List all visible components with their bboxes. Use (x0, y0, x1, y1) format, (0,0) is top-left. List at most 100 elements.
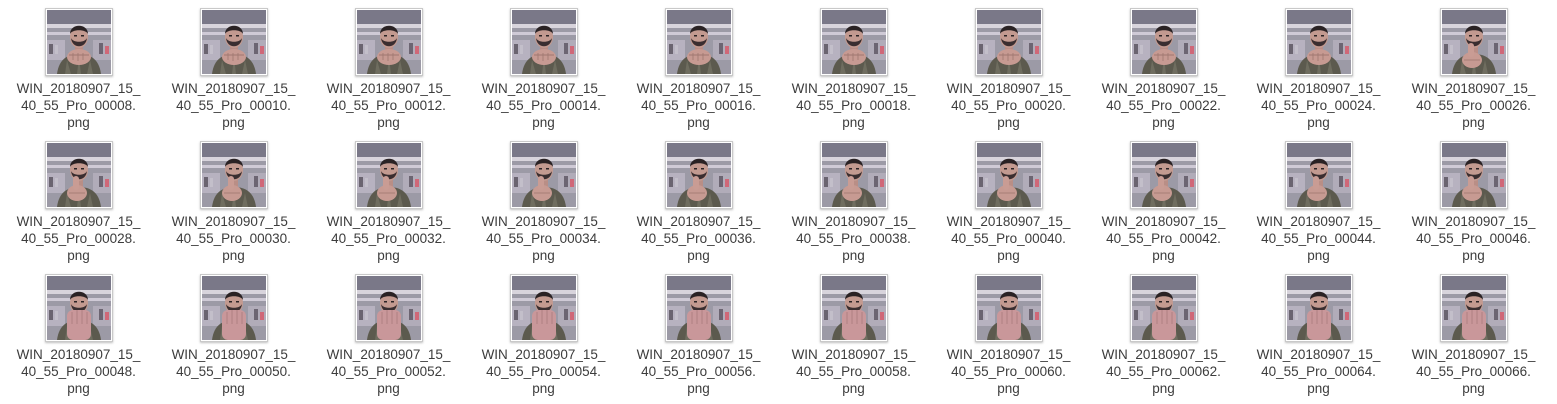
file-name-label: WIN_20180907_15_ 40_55_Pro_00040. png (934, 213, 1084, 264)
image-thumbnail[interactable] (1439, 141, 1508, 209)
file-item[interactable]: WIN_20180907_15_ 40_55_Pro_00026. png (1396, 5, 1551, 138)
image-thumbnail[interactable] (509, 141, 578, 209)
file-name-label: WIN_20180907_15_ 40_55_Pro_00048. png (4, 346, 154, 397)
image-thumbnail[interactable] (1439, 8, 1508, 76)
file-name-label: WIN_20180907_15_ 40_55_Pro_00032. png (314, 213, 464, 264)
file-name-label: WIN_20180907_15_ 40_55_Pro_00056. png (624, 346, 774, 397)
image-thumbnail[interactable] (44, 8, 113, 76)
image-thumbnail[interactable] (509, 274, 578, 342)
image-thumbnail[interactable] (664, 141, 733, 209)
file-item[interactable]: WIN_20180907_15_ 40_55_Pro_00038. png (776, 138, 931, 271)
photo-thumbnail-icon (46, 10, 111, 74)
file-item[interactable]: WIN_20180907_15_ 40_55_Pro_00022. png (1086, 5, 1241, 138)
file-item[interactable]: WIN_20180907_15_ 40_55_Pro_00046. png (1396, 138, 1551, 271)
file-item[interactable]: WIN_20180907_15_ 40_55_Pro_00010. png (156, 5, 311, 138)
file-name-part: WIN_20180907_15_ (326, 214, 451, 229)
file-item[interactable]: WIN_20180907_15_ 40_55_Pro_00044. png (1241, 138, 1396, 271)
file-item[interactable]: WIN_20180907_15_ 40_55_Pro_00058. png (776, 271, 931, 404)
photo-thumbnail-icon (201, 10, 266, 74)
file-extension: png (222, 248, 245, 263)
file-item[interactable]: WIN_20180907_15_ 40_55_Pro_00056. png (621, 271, 776, 404)
image-thumbnail[interactable] (974, 141, 1043, 209)
image-thumbnail[interactable] (1284, 8, 1353, 76)
image-thumbnail[interactable] (819, 8, 888, 76)
file-name-label: WIN_20180907_15_ 40_55_Pro_00044. png (1244, 213, 1394, 264)
file-name-part: WIN_20180907_15_ (946, 81, 1071, 96)
file-item[interactable]: WIN_20180907_15_ 40_55_Pro_00014. png (466, 5, 621, 138)
image-thumbnail[interactable] (1129, 8, 1198, 76)
file-item[interactable]: WIN_20180907_15_ 40_55_Pro_00050. png (156, 271, 311, 404)
file-item[interactable]: WIN_20180907_15_ 40_55_Pro_00066. png (1396, 271, 1551, 404)
file-extension: png (997, 381, 1020, 396)
file-item[interactable]: WIN_20180907_15_ 40_55_Pro_00024. png (1241, 5, 1396, 138)
file-name-part: WIN_20180907_15_ (171, 347, 296, 362)
file-item[interactable]: WIN_20180907_15_ 40_55_Pro_00030. png (156, 138, 311, 271)
image-thumbnail[interactable] (819, 274, 888, 342)
image-thumbnail[interactable] (44, 274, 113, 342)
image-thumbnail[interactable] (819, 141, 888, 209)
image-thumbnail[interactable] (1284, 141, 1353, 209)
file-extension: png (532, 381, 555, 396)
file-name-label: WIN_20180907_15_ 40_55_Pro_00030. png (159, 213, 309, 264)
file-name-part: 40_55_Pro_00028. (21, 231, 136, 246)
image-thumbnail[interactable] (664, 274, 733, 342)
file-item[interactable]: WIN_20180907_15_ 40_55_Pro_00032. png (311, 138, 466, 271)
image-thumbnail[interactable] (354, 141, 423, 209)
file-item[interactable]: WIN_20180907_15_ 40_55_Pro_00016. png (621, 5, 776, 138)
image-thumbnail[interactable] (974, 8, 1043, 76)
file-item[interactable]: WIN_20180907_15_ 40_55_Pro_00060. png (931, 271, 1086, 404)
file-name-part: WIN_20180907_15_ (946, 347, 1071, 362)
photo-thumbnail-icon (511, 276, 576, 340)
image-thumbnail[interactable] (199, 141, 268, 209)
file-item[interactable]: WIN_20180907_15_ 40_55_Pro_00052. png (311, 271, 466, 404)
image-thumbnail[interactable] (1129, 274, 1198, 342)
photo-thumbnail-icon (666, 276, 731, 340)
file-item[interactable]: WIN_20180907_15_ 40_55_Pro_00054. png (466, 271, 621, 404)
file-name-part: 40_55_Pro_00016. (641, 98, 756, 113)
file-item[interactable]: WIN_20180907_15_ 40_55_Pro_00040. png (931, 138, 1086, 271)
image-thumbnail[interactable] (1129, 141, 1198, 209)
image-thumbnail[interactable] (1439, 274, 1508, 342)
photo-thumbnail-icon (666, 10, 731, 74)
photo-thumbnail-icon (201, 276, 266, 340)
image-thumbnail[interactable] (664, 8, 733, 76)
file-item[interactable]: WIN_20180907_15_ 40_55_Pro_00034. png (466, 138, 621, 271)
photo-thumbnail-icon (1441, 276, 1506, 340)
photo-thumbnail-icon (511, 143, 576, 207)
photo-thumbnail-icon (201, 143, 266, 207)
image-thumbnail[interactable] (974, 274, 1043, 342)
file-name-part: WIN_20180907_15_ (1256, 347, 1381, 362)
file-item[interactable]: WIN_20180907_15_ 40_55_Pro_00018. png (776, 5, 931, 138)
file-name-part: WIN_20180907_15_ (481, 347, 606, 362)
file-extension: png (532, 248, 555, 263)
photo-thumbnail-icon (1286, 276, 1351, 340)
file-item[interactable]: WIN_20180907_15_ 40_55_Pro_00048. png (1, 271, 156, 404)
file-name-part: 40_55_Pro_00038. (796, 231, 911, 246)
image-thumbnail[interactable] (354, 274, 423, 342)
file-name-label: WIN_20180907_15_ 40_55_Pro_00052. png (314, 346, 464, 397)
image-thumbnail[interactable] (199, 8, 268, 76)
file-item[interactable]: WIN_20180907_15_ 40_55_Pro_00042. png (1086, 138, 1241, 271)
image-thumbnail[interactable] (354, 8, 423, 76)
image-thumbnail[interactable] (44, 141, 113, 209)
image-thumbnail[interactable] (509, 8, 578, 76)
photo-thumbnail-icon (976, 143, 1041, 207)
image-thumbnail[interactable] (199, 274, 268, 342)
file-item[interactable]: WIN_20180907_15_ 40_55_Pro_00036. png (621, 138, 776, 271)
file-item[interactable]: WIN_20180907_15_ 40_55_Pro_00012. png (311, 5, 466, 138)
file-name-part: WIN_20180907_15_ (481, 81, 606, 96)
file-name-part: WIN_20180907_15_ (636, 214, 761, 229)
file-item[interactable]: WIN_20180907_15_ 40_55_Pro_00020. png (931, 5, 1086, 138)
photo-thumbnail-icon (976, 10, 1041, 74)
file-item[interactable]: WIN_20180907_15_ 40_55_Pro_00062. png (1086, 271, 1241, 404)
photo-thumbnail-icon (46, 276, 111, 340)
photo-thumbnail-icon (1131, 10, 1196, 74)
file-item[interactable]: WIN_20180907_15_ 40_55_Pro_00064. png (1241, 271, 1396, 404)
file-item[interactable]: WIN_20180907_15_ 40_55_Pro_00028. png (1, 138, 156, 271)
image-thumbnail[interactable] (1284, 274, 1353, 342)
file-item[interactable]: WIN_20180907_15_ 40_55_Pro_00008. png (1, 5, 156, 138)
file-name-part: WIN_20180907_15_ (1411, 347, 1536, 362)
file-name-label: WIN_20180907_15_ 40_55_Pro_00058. png (779, 346, 929, 397)
file-name-part: 40_55_Pro_00030. (176, 231, 291, 246)
photo-thumbnail-icon (356, 143, 421, 207)
